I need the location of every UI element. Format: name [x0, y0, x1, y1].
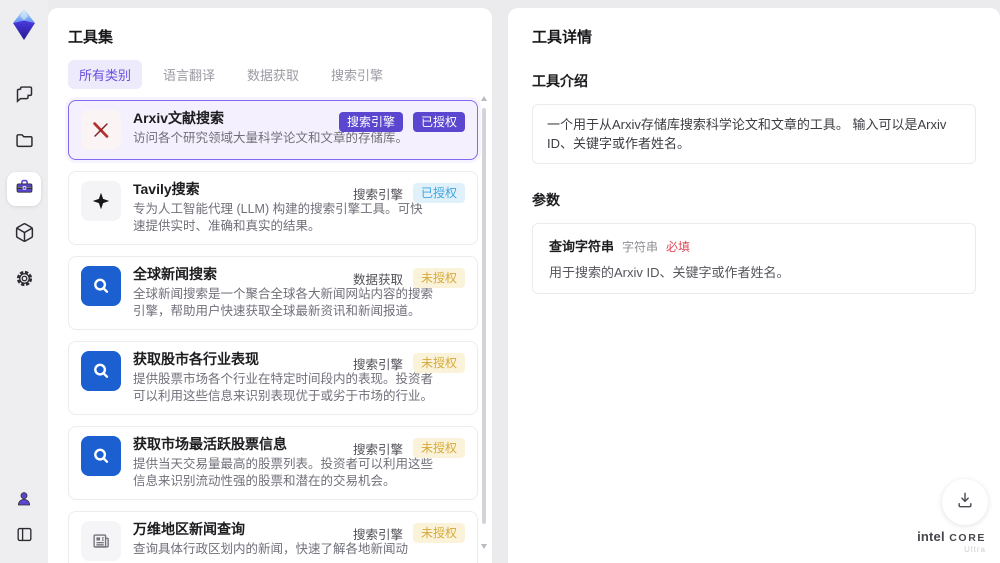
sidebar-item-settings[interactable] [7, 264, 41, 298]
tool-list: Arxiv文献搜索 访问各个研究领域大量科学论文和文章的存储库。 搜索引擎 已授… [68, 100, 478, 563]
param-type: 字符串 [622, 240, 659, 254]
blue-search-icon [81, 266, 121, 306]
tool-card-tavily[interactable]: Tavily搜索 专为人工智能代理 (LLM) 构建的搜索引擎工具。可快速提供实… [68, 171, 478, 245]
sidebar-bottom [0, 487, 48, 551]
tab-language-translation[interactable]: 语言翻译 [152, 60, 226, 89]
scrollbar-thumb[interactable] [482, 108, 486, 524]
status-badge: 未授权 [412, 353, 465, 373]
arxiv-logo-icon [81, 110, 121, 150]
param-card: 查询字符串 字符串 必填 用于搜索的Arxiv ID、关键字或作者姓名。 [532, 223, 976, 294]
sidebar-item-user[interactable] [10, 487, 38, 515]
scroll-down-arrow[interactable] [481, 544, 487, 549]
sidebar-item-collapse[interactable] [10, 523, 38, 551]
tool-description: 全球新闻搜索是一个聚合全球各大新闻网站内容的搜索引擎，帮助用户快速获取全球最新资… [133, 287, 434, 318]
tool-description: 查询具体行政区划内的新闻，快速了解各地新闻动 [133, 542, 409, 556]
core-text: CORE [949, 532, 986, 544]
panel-toggle-icon [15, 525, 34, 549]
tool-details-panel: 工具详情 工具介绍 一个用于从Arxiv存储库搜索科学论文和文章的工具。 输入可… [508, 8, 1000, 563]
details-title: 工具详情 [532, 29, 593, 46]
tab-data-fetch[interactable]: 数据获取 [236, 60, 310, 89]
tools-panel: 工具集 所有类别 语言翻译 数据获取 搜索引擎 Arxiv文献搜索 访问各个研究… [48, 8, 492, 563]
folder-icon [14, 130, 35, 156]
chat-icon [14, 84, 35, 110]
category-tabs: 所有类别 语言翻译 数据获取 搜索引擎 [68, 60, 492, 89]
intel-core-logo: intel CORE Ultra [917, 529, 986, 555]
status-badge: 已授权 [412, 183, 465, 203]
tool-card-active-stocks[interactable]: 获取市场最活跃股票信息 提供当天交易量最高的股票列表。投资者可以利用这些信息来识… [68, 426, 478, 500]
status-badge: 未授权 [412, 523, 465, 543]
tool-card-arxiv[interactable]: Arxiv文献搜索 访问各个研究领域大量科学论文和文章的存储库。 搜索引擎 已授… [68, 100, 478, 160]
page-title: 工具集 [68, 29, 114, 46]
cube-icon [14, 222, 35, 248]
scrollbar[interactable] [481, 94, 487, 551]
newspaper-icon [81, 521, 121, 561]
tool-card-regional-news[interactable]: 万维地区新闻查询 查询具体行政区划内的新闻，快速了解各地新闻动 搜索引擎 未授权 [68, 511, 478, 563]
tool-description: 访问各个研究领域大量科学论文和文章的存储库。 [133, 131, 409, 145]
sidebar [0, 0, 48, 563]
scroll-up-arrow[interactable] [481, 96, 487, 101]
category-label: 搜索引擎 [352, 442, 403, 457]
params-heading: 参数 [532, 192, 560, 208]
toolbox-icon [14, 176, 35, 202]
status-badge: 未授权 [412, 268, 465, 288]
category-badge: 搜索引擎 [338, 112, 403, 132]
ultra-text: Ultra [964, 545, 986, 554]
sidebar-item-tools[interactable] [7, 172, 41, 206]
gear-icon [14, 268, 35, 294]
blue-search-icon [81, 436, 121, 476]
tab-all-categories[interactable]: 所有类别 [68, 60, 143, 89]
param-name: 查询字符串 [549, 239, 615, 254]
tool-intro-text: 一个用于从Arxiv存储库搜索科学论文和文章的工具。 输入可以是Arxiv ID… [532, 104, 976, 164]
tool-card-stock-sector[interactable]: 获取股市各行业表现 提供股票市场各个行业在特定时间段内的表现。投资者可以利用这些… [68, 341, 478, 415]
download-button[interactable] [942, 479, 988, 525]
tab-search-engine[interactable]: 搜索引擎 [320, 60, 394, 89]
tool-description: 专为人工智能代理 (LLM) 构建的搜索引擎工具。可快速提供实时、准确和真实的结… [133, 202, 423, 233]
sidebar-nav [7, 80, 41, 298]
category-label: 搜索引擎 [352, 187, 403, 202]
category-label: 搜索引擎 [352, 357, 403, 372]
blue-search-icon [81, 351, 121, 391]
download-icon [955, 490, 975, 515]
sidebar-item-chat[interactable] [7, 80, 41, 114]
tool-card-global-news[interactable]: 全球新闻搜索 全球新闻搜索是一个聚合全球各大新闻网站内容的搜索引擎，帮助用户快速… [68, 256, 478, 330]
tool-description: 提供当天交易量最高的股票列表。投资者可以利用这些信息来识别流动性强的股票和潜在的… [133, 457, 434, 488]
intro-heading: 工具介绍 [532, 73, 588, 89]
status-badge: 已授权 [412, 112, 465, 132]
tool-description: 提供股票市场各个行业在特定时间段内的表现。投资者可以利用这些信息来识别表现优于或… [133, 372, 434, 403]
sidebar-item-models[interactable] [7, 218, 41, 252]
param-required-flag: 必填 [666, 240, 691, 254]
param-description: 用于搜索的Arxiv ID、关键字或作者姓名。 [549, 265, 790, 280]
category-label: 搜索引擎 [352, 527, 403, 542]
user-icon [15, 490, 33, 513]
tavily-star-icon [81, 181, 121, 221]
intel-text: intel [917, 529, 945, 544]
status-badge: 未授权 [412, 438, 465, 458]
sidebar-item-files[interactable] [7, 126, 41, 160]
category-label: 数据获取 [352, 272, 403, 287]
app-logo [8, 8, 40, 42]
